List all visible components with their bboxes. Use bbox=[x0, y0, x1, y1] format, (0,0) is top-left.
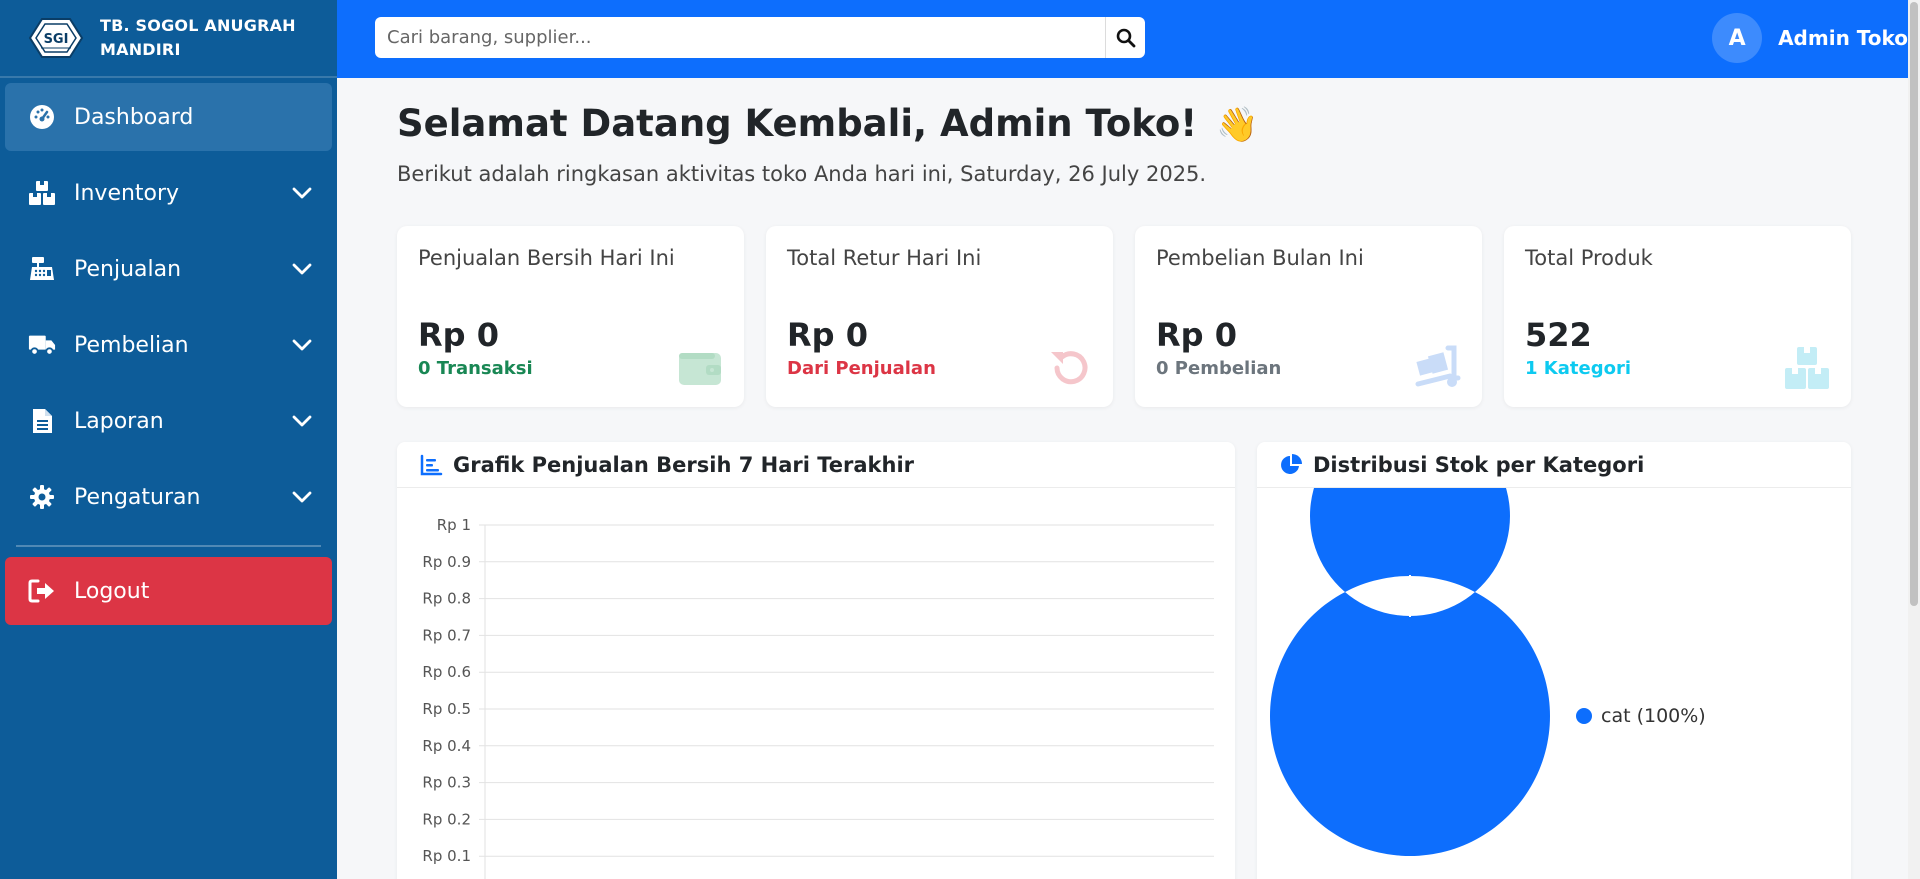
stat-label: Penjualan Bersih Hari Ini bbox=[418, 246, 675, 270]
topbar: A Admin Toko bbox=[337, 0, 1908, 78]
legend-swatch bbox=[1576, 708, 1592, 724]
stat-value: Rp 0 bbox=[787, 316, 868, 354]
y-tick-label: Rp 0.7 bbox=[422, 626, 471, 644]
stat-sub: 1 Kategori bbox=[1525, 358, 1631, 379]
gear-icon bbox=[28, 483, 56, 511]
gauge-icon bbox=[28, 103, 56, 131]
search-icon bbox=[1116, 28, 1135, 47]
avatar: A bbox=[1712, 13, 1763, 63]
chevron-down-icon bbox=[292, 415, 312, 427]
stock-donut-chart: cat (100%) bbox=[1270, 488, 1706, 856]
brand-logo: SGI bbox=[28, 18, 84, 58]
stat-label: Total Produk bbox=[1525, 246, 1653, 270]
sales-chart-panel: Grafik Penjualan Bersih 7 Hari Terakhir … bbox=[397, 442, 1235, 879]
y-tick-label: Rp 0.1 bbox=[422, 847, 471, 865]
user-menu[interactable]: A Admin Toko bbox=[1712, 12, 1908, 64]
undo-icon bbox=[1051, 351, 1088, 385]
pie-slice bbox=[1270, 488, 1550, 856]
sidebar-item-label: Penjualan bbox=[74, 256, 182, 282]
sidebar-item-label: Laporan bbox=[74, 408, 164, 434]
chevron-down-icon bbox=[292, 491, 312, 503]
brand-name-line1: TB. SOGOL ANUGRAH bbox=[100, 16, 296, 35]
wallet-icon bbox=[679, 353, 721, 385]
truck-icon bbox=[28, 331, 56, 359]
dolly-icon bbox=[1415, 345, 1461, 387]
stat-card-purchases: Pembelian Bulan Ini Rp 0 0 Pembelian bbox=[1135, 226, 1482, 407]
y-tick-label: Rp 0.2 bbox=[422, 810, 471, 828]
brand-logo-text: SGI bbox=[44, 32, 69, 47]
logout-button[interactable]: Logout bbox=[5, 557, 332, 625]
stat-value: Rp 0 bbox=[1156, 316, 1237, 354]
stat-sub: Dari Penjualan bbox=[787, 358, 936, 379]
panel-title: Distribusi Stok per Kategori bbox=[1313, 452, 1645, 477]
sidebar-item-pengaturan[interactable]: Pengaturan bbox=[5, 463, 332, 531]
sidebar-item-label: Dashboard bbox=[74, 104, 194, 130]
sidebar-nav: Dashboard Inventory Penjualan Pembelian bbox=[0, 78, 337, 625]
cash-register-icon bbox=[28, 255, 56, 283]
panel-header: Distribusi Stok per Kategori bbox=[1257, 442, 1851, 488]
main-content: Selamat Datang Kembali, Admin Toko! 👋 Be… bbox=[337, 78, 1908, 879]
page-scrollbar[interactable] bbox=[1908, 0, 1920, 879]
chart-pie-icon bbox=[1281, 453, 1302, 474]
sales-line-chart: Rp 1 Rp 0.9 Rp 0.8 Rp 0.7 Rp 0.6 Rp 0.5 Rp 0.4… bbox=[422, 516, 1214, 879]
stat-value: 522 bbox=[1525, 316, 1592, 354]
y-tick-label: Rp 0.3 bbox=[422, 774, 471, 792]
stat-value: Rp 0 bbox=[418, 316, 499, 354]
sidebar-item-pembelian[interactable]: Pembelian bbox=[5, 311, 332, 379]
stat-sub: 0 Pembelian bbox=[1156, 358, 1282, 379]
sidebar-item-label: Pembelian bbox=[74, 332, 189, 358]
sign-out-icon bbox=[28, 577, 56, 605]
y-tick-label: Rp 0.9 bbox=[422, 553, 471, 571]
sidebar-divider bbox=[16, 545, 321, 547]
boxes-icon bbox=[28, 179, 56, 207]
chevron-down-icon bbox=[292, 339, 312, 351]
sidebar-item-label: Inventory bbox=[74, 180, 180, 206]
wave-emoji: 👋 bbox=[1216, 105, 1259, 145]
logout-label: Logout bbox=[74, 578, 150, 604]
y-tick-label: Rp 0.6 bbox=[422, 663, 471, 681]
scrollbar-thumb[interactable] bbox=[1910, 2, 1918, 606]
chevron-down-icon bbox=[292, 263, 312, 275]
sidebar-item-penjualan[interactable]: Penjualan bbox=[5, 235, 332, 303]
y-tick-label: Rp 0.5 bbox=[422, 700, 471, 718]
sidebar-item-dashboard[interactable]: Dashboard bbox=[5, 83, 332, 151]
legend-label: cat (100%) bbox=[1601, 705, 1706, 727]
chevron-down-icon bbox=[292, 187, 312, 199]
stat-card-returns: Total Retur Hari Ini Rp 0 Dari Penjualan bbox=[766, 226, 1113, 407]
y-tick-label: Rp 0.4 bbox=[422, 737, 471, 755]
y-tick-label: Rp 1 bbox=[437, 516, 471, 534]
y-tick-label: Rp 0.8 bbox=[422, 590, 471, 608]
search-box bbox=[375, 17, 1145, 58]
stat-card-products: Total Produk 522 1 Kategori bbox=[1504, 226, 1851, 407]
panel-header: Grafik Penjualan Bersih 7 Hari Terakhir bbox=[397, 442, 1235, 488]
chart-bar-icon bbox=[420, 454, 443, 475]
stat-card-net-sales: Penjualan Bersih Hari Ini Rp 0 0 Transak… bbox=[397, 226, 744, 407]
stock-distribution-panel: Distribusi Stok per Kategori cat (100%) bbox=[1257, 442, 1851, 879]
panel-title: Grafik Penjualan Bersih 7 Hari Terakhir bbox=[453, 452, 915, 477]
search-input[interactable] bbox=[375, 17, 1105, 58]
welcome-title-text: Selamat Datang Kembali, Admin Toko! bbox=[397, 102, 1198, 145]
user-name: Admin Toko bbox=[1778, 26, 1908, 50]
brand[interactable]: SGI TB. SOGOL ANUGRAH MANDIRI bbox=[0, 0, 337, 78]
search-button[interactable] bbox=[1105, 17, 1145, 58]
stat-label: Pembelian Bulan Ini bbox=[1156, 246, 1364, 270]
sidebar-item-inventory[interactable]: Inventory bbox=[5, 159, 332, 227]
stat-label: Total Retur Hari Ini bbox=[787, 246, 982, 270]
sidebar-item-label: Pengaturan bbox=[74, 484, 201, 510]
sidebar: SGI TB. SOGOL ANUGRAH MANDIRI Dashboard … bbox=[0, 0, 337, 879]
sidebar-item-laporan[interactable]: Laporan bbox=[5, 387, 332, 455]
page-subtitle: Berikut adalah ringkasan aktivitas toko … bbox=[397, 162, 1207, 186]
file-icon bbox=[28, 407, 56, 435]
brand-name-line2: MANDIRI bbox=[100, 40, 181, 59]
boxes-icon bbox=[1785, 347, 1829, 389]
page-title: Selamat Datang Kembali, Admin Toko! 👋 bbox=[397, 102, 1258, 145]
brand-name: TB. SOGOL ANUGRAH MANDIRI bbox=[100, 14, 296, 62]
stat-sub: 0 Transaksi bbox=[418, 358, 533, 379]
